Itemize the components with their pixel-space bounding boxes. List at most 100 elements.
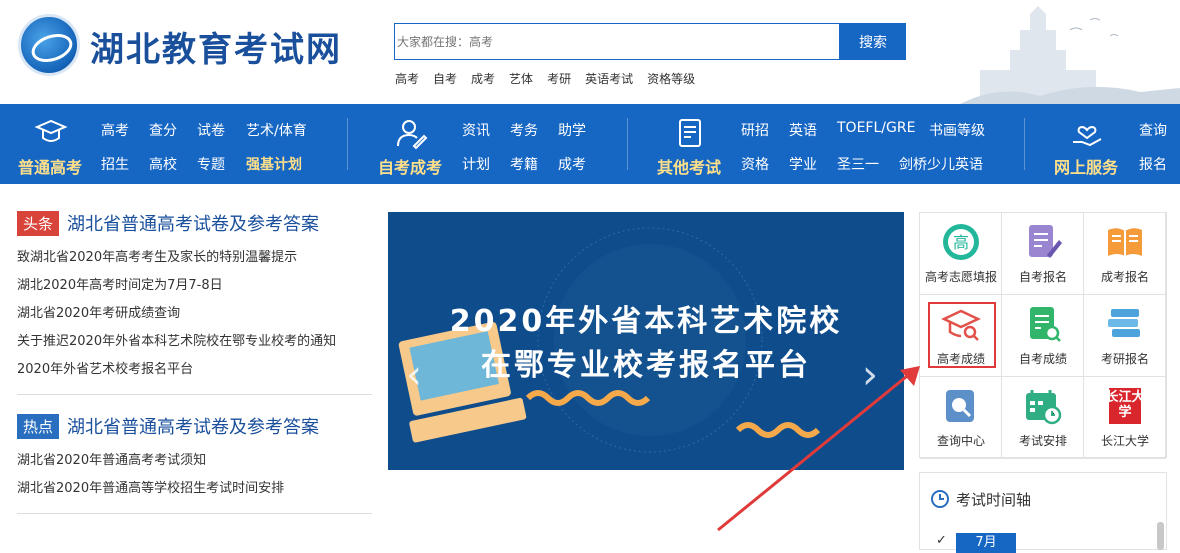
- nav-title-zikao[interactable]: 自考成考: [378, 154, 442, 178]
- hotword-link[interactable]: 成考: [471, 70, 495, 87]
- nav-group-gaokao: 普通高考 高考 查分 试卷 艺术/体育 招生 高校 专题 强基计划: [0, 104, 345, 184]
- news-column: 头条 湖北省普通高考试卷及参考答案 致湖北省2020年高考考生及家长的特别温馨提…: [17, 210, 372, 514]
- search-button[interactable]: 搜索: [840, 23, 906, 60]
- hand-heart-icon: [1073, 126, 1102, 147]
- pencil-person-icon: [397, 120, 428, 150]
- site-header: 湖北教育考试网 搜索 高考 自考 成考 艺体 考研 英语考试 资格等级: [0, 0, 1180, 104]
- hotword-link[interactable]: 资格等级: [647, 70, 695, 87]
- site-title[interactable]: 湖北教育考试网: [90, 22, 342, 71]
- books-stack-icon: [1108, 309, 1140, 337]
- timeline-month[interactable]: 7月: [956, 533, 1016, 553]
- service-kaoyan-baoming[interactable]: 考研报名: [1084, 295, 1166, 377]
- service-kaoshi-anpai[interactable]: 考试安排: [1002, 377, 1084, 459]
- nav-group-other: 其他考试 研招 英语 TOEFL/GRE 书画等级 资格 学业 圣三一 剑桥少儿…: [630, 104, 1022, 184]
- nav-link[interactable]: 剑桥少儿英语: [899, 154, 983, 174]
- news-item[interactable]: 湖北省2020年考研成绩查询: [17, 300, 372, 328]
- nav-link-strong[interactable]: 强基计划: [246, 154, 302, 174]
- headline-header: 头条 湖北省普通高考试卷及参考答案: [17, 210, 372, 236]
- nav-link[interactable]: 学业: [789, 154, 817, 174]
- nav-link[interactable]: 书画等级: [929, 120, 985, 140]
- yellow-crane-tower-illustration: [920, 0, 1180, 104]
- service-label: 考研报名: [1100, 352, 1149, 366]
- edit-doc-icon: [1029, 225, 1062, 258]
- nav-title-service[interactable]: 网上服务: [1054, 154, 1118, 178]
- nav-group-service: 网上服务 查询 报名: [1026, 104, 1180, 184]
- nav-link[interactable]: 报名: [1139, 154, 1167, 174]
- search-doc-icon: [946, 390, 974, 422]
- nav-link[interactable]: 试卷: [197, 120, 225, 140]
- check-icon: ✓: [936, 533, 947, 548]
- service-label: 自考成绩: [1018, 352, 1067, 366]
- headline-title[interactable]: 湖北省普通高考试卷及参考答案: [67, 210, 319, 236]
- doc-search-icon: [1030, 307, 1061, 342]
- nav-link[interactable]: 成考: [558, 154, 586, 174]
- site-logo[interactable]: [18, 14, 80, 76]
- clock-icon: [931, 490, 949, 508]
- service-label: 高考志愿填报: [924, 270, 997, 284]
- news-item[interactable]: 湖北省2020年普通高考考试须知: [17, 447, 372, 475]
- nav-link[interactable]: 圣三一: [837, 154, 879, 174]
- nav-link[interactable]: 英语: [789, 120, 817, 140]
- nav-link[interactable]: TOEFL/GRE: [837, 120, 915, 136]
- service-zikao-baoming[interactable]: 自考报名: [1002, 213, 1084, 295]
- nav-link[interactable]: 考务: [510, 120, 538, 140]
- nav-link[interactable]: 招生: [101, 154, 129, 174]
- annotation-arrow: [717, 366, 920, 532]
- nav-link[interactable]: 专题: [197, 154, 225, 174]
- section-divider: [17, 513, 372, 514]
- service-label: 成考报名: [1100, 270, 1149, 284]
- hotword-link[interactable]: 艺体: [509, 70, 533, 87]
- hot-badge: 热点: [17, 413, 60, 439]
- nav-link[interactable]: 查询: [1139, 120, 1167, 140]
- service-label: 自考报名: [1018, 270, 1067, 284]
- nav-link[interactable]: 考籍: [510, 154, 538, 174]
- hotword-link[interactable]: 英语考试: [585, 70, 633, 87]
- hotwords-list: 高考 自考 成考 艺体 考研 英语考试 资格等级: [395, 70, 709, 87]
- book-icon: [1108, 228, 1142, 256]
- graduation-cap-icon: [34, 119, 68, 142]
- nav-title-gaokao[interactable]: 普通高考: [18, 154, 82, 178]
- hotword-link[interactable]: 自考: [433, 70, 457, 87]
- service-changjiang[interactable]: 长江大学 长江大学: [1084, 377, 1166, 459]
- nav-link[interactable]: 助学: [558, 120, 586, 140]
- hot-title[interactable]: 湖北省普通高考试卷及参考答案: [67, 413, 319, 439]
- service-gaokao-zhiyuan[interactable]: 高 高考志愿填报: [920, 213, 1002, 295]
- search-box[interactable]: [394, 23, 840, 60]
- news-item[interactable]: 关于推迟2020年外省本科艺术院校在鄂专业校考的通知: [17, 328, 372, 356]
- gao-icon: 高: [943, 224, 979, 260]
- svg-text:高: 高: [953, 233, 969, 252]
- news-item[interactable]: 2020年外省艺术校考报名平台: [17, 356, 372, 384]
- nav-link[interactable]: 计划: [462, 154, 490, 174]
- calendar-clock-icon: [1026, 390, 1062, 425]
- news-item[interactable]: 湖北省2020年普通高等学校招生考试时间安排: [17, 475, 372, 503]
- nav-link[interactable]: 资格: [741, 154, 769, 174]
- search-input[interactable]: [395, 24, 839, 59]
- document-pen-icon: [679, 119, 701, 147]
- hotword-link[interactable]: 考研: [547, 70, 571, 87]
- nav-link[interactable]: 研招: [741, 120, 769, 140]
- exam-timeline: 考试时间轴 ✓ 7月: [919, 472, 1167, 553]
- main-nav: 普通高考 高考 查分 试卷 艺术/体育 招生 高校 专题 强基计划 自考成考 资…: [0, 104, 1180, 184]
- nav-link[interactable]: 高校: [149, 154, 177, 174]
- hotword-link[interactable]: 高考: [395, 70, 419, 87]
- timeline-title: 考试时间轴: [956, 491, 1032, 509]
- service-label: 考试安排: [1018, 434, 1067, 448]
- changjiang-logo-text: 长江大学: [1105, 390, 1145, 420]
- headline-badge: 头条: [17, 210, 60, 236]
- nav-link[interactable]: 艺术/体育: [246, 120, 307, 140]
- nav-title-other[interactable]: 其他考试: [657, 154, 721, 178]
- service-label: 长江大学: [1100, 434, 1149, 448]
- scrollbar-thumb[interactable]: [1157, 522, 1164, 550]
- nav-divider: [627, 118, 628, 170]
- hot-header: 热点 湖北省普通高考试卷及参考答案: [17, 413, 372, 439]
- service-zikao-chengji[interactable]: 自考成绩: [1002, 295, 1084, 377]
- service-chengkao-baoming[interactable]: 成考报名: [1084, 213, 1166, 295]
- banner-headline-1: 2020年外省本科艺术院校: [449, 304, 843, 339]
- nav-divider: [1024, 118, 1025, 170]
- nav-link[interactable]: 资讯: [462, 120, 490, 140]
- news-item[interactable]: 致湖北省2020年高考考生及家长的特别温馨提示: [17, 244, 372, 272]
- news-item[interactable]: 湖北2020年高考时间定为7月7-8日: [17, 272, 372, 300]
- nav-link[interactable]: 查分: [149, 120, 177, 140]
- nav-link[interactable]: 高考: [101, 120, 129, 140]
- prev-arrow-icon[interactable]: ‹: [406, 352, 422, 398]
